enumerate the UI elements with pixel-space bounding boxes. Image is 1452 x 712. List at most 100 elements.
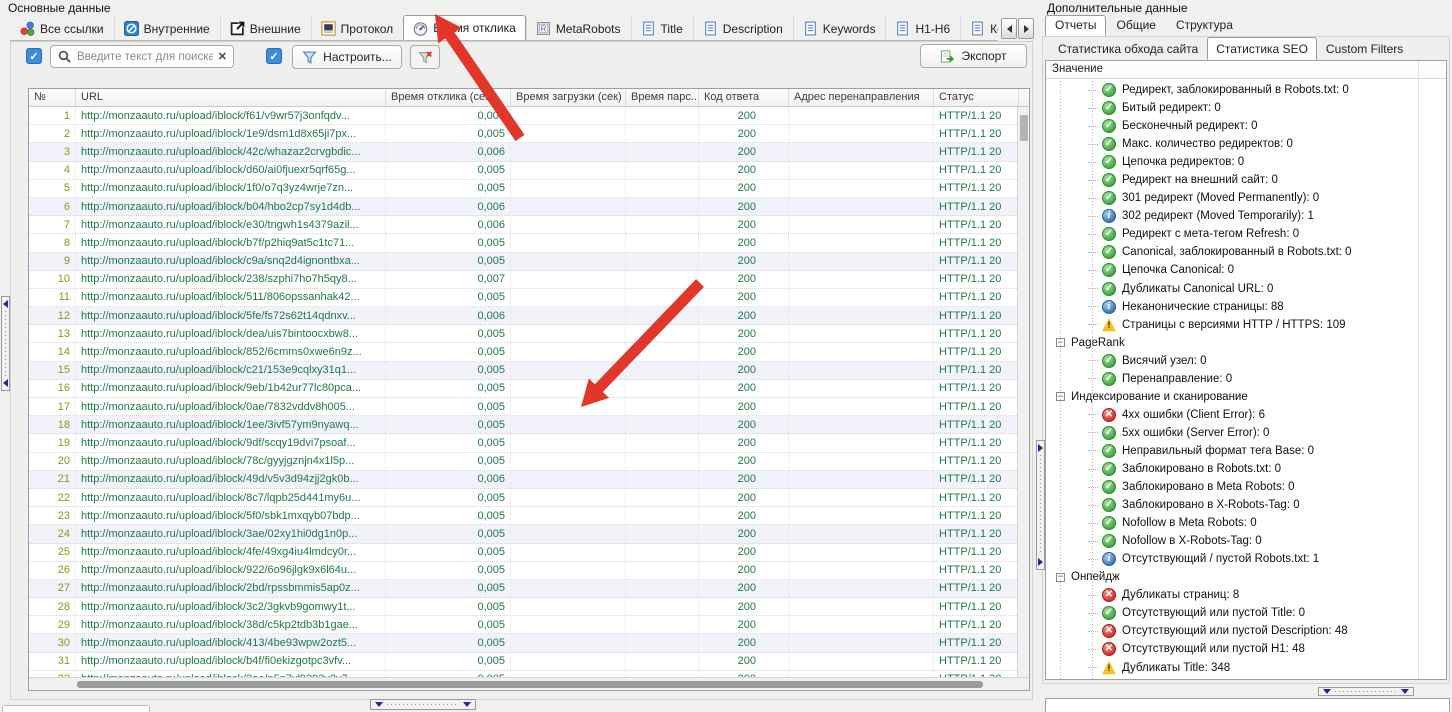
main-tab-контент[interactable]: Контент	[960, 16, 998, 40]
main-tab-description[interactable]: Description	[693, 16, 793, 40]
main-tab-title[interactable]: Title	[631, 16, 693, 40]
table-row[interactable]: 13 http://monzaauto.ru/upload/iblock/dea…	[29, 325, 1019, 343]
main-tab-время-отклика[interactable]: Время отклика	[403, 15, 526, 41]
table-row[interactable]: 16 http://monzaauto.ru/upload/iblock/9eb…	[29, 380, 1019, 398]
column-header[interactable]: Адрес перенаправления	[789, 89, 934, 106]
tab-scroll-right-button[interactable]	[1018, 18, 1034, 39]
tree-item[interactable]: ✓ Nofollow в X-Robots-Tag: 0	[1046, 532, 1446, 550]
tree-item[interactable]: ✓ Nofollow в Meta Robots: 0	[1046, 514, 1446, 532]
tree-item[interactable]: ✓ Редирект на внешний сайт: 0	[1046, 171, 1446, 189]
left-splitter-handle[interactable]	[1, 296, 10, 391]
tree-item[interactable]: ✓ Цепочка Canonical: 0	[1046, 261, 1446, 279]
table-row[interactable]: 4 http://monzaauto.ru/upload/iblock/d60/…	[29, 162, 1019, 180]
table-row[interactable]: 3 http://monzaauto.ru/upload/iblock/42c/…	[29, 143, 1019, 161]
main-tab-внешние[interactable]: Внешние	[220, 16, 311, 40]
table-row[interactable]: 20 http://monzaauto.ru/upload/iblock/78c…	[29, 453, 1019, 471]
table-row[interactable]: 15 http://monzaauto.ru/upload/iblock/c21…	[29, 362, 1019, 380]
table-row[interactable]: 2 http://monzaauto.ru/upload/iblock/1e9/…	[29, 125, 1019, 143]
table-row[interactable]: 22 http://monzaauto.ru/upload/iblock/8c7…	[29, 489, 1019, 507]
tree-item[interactable]: i 302 редирект (Moved Temporarily): 1	[1046, 207, 1446, 225]
main-tab-протокол[interactable]: Протокол	[311, 16, 404, 40]
tree-item[interactable]: ✓ Макс. количество редиректов: 0	[1046, 135, 1446, 153]
table-row[interactable]: 29 http://monzaauto.ru/upload/iblock/38d…	[29, 616, 1019, 634]
tree-group[interactable]: PageRank	[1046, 334, 1446, 352]
column-header[interactable]: №	[29, 89, 76, 106]
table-row[interactable]: 12 http://monzaauto.ru/upload/iblock/5fe…	[29, 307, 1019, 325]
tree-item[interactable]: Дубликаты Title: 348	[1046, 659, 1446, 677]
tree-item[interactable]: ✕ Отсутствующий или пустой H1: 48	[1046, 640, 1446, 658]
report-subtab-статистика-seo[interactable]: Статистика SEO	[1207, 37, 1317, 60]
table-row[interactable]: 24 http://monzaauto.ru/upload/iblock/3ae…	[29, 525, 1019, 543]
table-row[interactable]: 8 http://monzaauto.ru/upload/iblock/b7f/…	[29, 234, 1019, 252]
vscroll-thumb[interactable]	[1020, 115, 1028, 141]
table-row[interactable]: 5 http://monzaauto.ru/upload/iblock/1f0/…	[29, 180, 1019, 198]
report-subtab-статистика-обхода-сайта[interactable]: Статистика обхода сайта	[1049, 39, 1207, 60]
tree-item[interactable]: ✓ Заблокировано в Robots.txt: 0	[1046, 460, 1446, 478]
tree-item[interactable]: Страницы с версиями HTTP / HTTPS: 109	[1046, 316, 1446, 334]
tab-scroll-left-button[interactable]	[1001, 18, 1017, 39]
report-subtab-custom-filters[interactable]: Custom Filters	[1317, 39, 1412, 60]
tree-item[interactable]: ✕ Отсутствующий или пустой Description: …	[1046, 622, 1446, 640]
hscroll-thumb[interactable]	[77, 681, 983, 688]
table-row[interactable]: 17 http://monzaauto.ru/upload/iblock/0ae…	[29, 398, 1019, 416]
tree-item[interactable]: ✕ Дубликаты страниц: 8	[1046, 586, 1446, 604]
tree-item[interactable]: ✓ Перенаправление: 0	[1046, 370, 1446, 388]
tree-item[interactable]: ✓ 301 редирект (Moved Permanently): 0	[1046, 189, 1446, 207]
table-row[interactable]: 31 http://monzaauto.ru/upload/iblock/b4f…	[29, 653, 1019, 671]
table-row[interactable]: 11 http://monzaauto.ru/upload/iblock/511…	[29, 289, 1019, 307]
table-vertical-scrollbar[interactable]	[1017, 107, 1029, 678]
main-tab-все-ссылки[interactable]: Все ссылки	[10, 16, 114, 40]
table-row[interactable]: 14 http://monzaauto.ru/upload/iblock/852…	[29, 343, 1019, 361]
column-header[interactable]: Статус	[934, 89, 1019, 106]
table-row[interactable]: 19 http://monzaauto.ru/upload/iblock/9df…	[29, 434, 1019, 452]
tree-item[interactable]: ✓ Редирект, заблокированный в Robots.txt…	[1046, 81, 1446, 99]
bottom-splitter-handle[interactable]	[370, 699, 476, 710]
search-enabled-checkbox[interactable]: ✓	[26, 48, 42, 64]
tree-item[interactable]: ✓ Canonical, заблокированный в Robots.tx…	[1046, 243, 1446, 261]
table-row[interactable]: 9 http://monzaauto.ru/upload/iblock/c9a/…	[29, 253, 1019, 271]
clear-filter-button[interactable]	[410, 45, 440, 69]
table-row[interactable]: 1 http://monzaauto.ru/upload/iblock/f61/…	[29, 107, 1019, 125]
main-tab-h1-h6[interactable]: H1-H6	[885, 16, 960, 40]
configure-filter-button[interactable]: Настроить...	[292, 45, 402, 69]
table-row[interactable]: 23 http://monzaauto.ru/upload/iblock/5f0…	[29, 507, 1019, 525]
main-tab-metarobots[interactable]: R MetaRobots	[526, 16, 631, 40]
tree-item[interactable]: ✓ Дубликаты Canonical URL: 0	[1046, 280, 1446, 298]
tree-item[interactable]: ✓ Неправильный формат тега Base: 0	[1046, 442, 1446, 460]
tree-item[interactable]: ✓ 5xx ошибки (Server Error): 0	[1046, 424, 1446, 442]
table-row[interactable]: 26 http://monzaauto.ru/upload/iblock/922…	[29, 562, 1019, 580]
tree-item[interactable]: ✓ Заблокировано в Meta Robots: 0	[1046, 478, 1446, 496]
table-row[interactable]: 28 http://monzaauto.ru/upload/iblock/3c2…	[29, 598, 1019, 616]
right-tab-общие[interactable]: Общие	[1106, 15, 1165, 36]
tree-item[interactable]: ✓ Отсутствующий или пустой Title: 0	[1046, 604, 1446, 622]
filter-enabled-checkbox[interactable]: ✓	[266, 48, 282, 64]
right-bottom-splitter-handle[interactable]	[1318, 687, 1414, 696]
main-tab-keywords[interactable]: Keywords	[793, 16, 886, 40]
table-row[interactable]: 7 http://monzaauto.ru/upload/iblock/e30/…	[29, 216, 1019, 234]
tree-item[interactable]: ✕ 4xx ошибки (Client Error): 6	[1046, 406, 1446, 424]
column-header[interactable]: Время парс...	[626, 89, 699, 106]
tree-item[interactable]: ✓ Цепочка редиректов: 0	[1046, 153, 1446, 171]
center-splitter-handle[interactable]	[1036, 440, 1045, 570]
table-row[interactable]: 25 http://monzaauto.ru/upload/iblock/4fe…	[29, 544, 1019, 562]
column-header[interactable]: URL	[76, 89, 386, 106]
table-horizontal-scrollbar[interactable]	[29, 677, 1030, 690]
tree-item[interactable]: ✓ Заблокировано в X-Robots-Tag: 0	[1046, 496, 1446, 514]
search-input[interactable]: Введите текст для поиска... ✕	[50, 45, 234, 68]
tree-item[interactable]: i Отсутствующий / пустой Robots.txt: 1	[1046, 550, 1446, 568]
table-row[interactable]: 27 http://monzaauto.ru/upload/iblock/2bd…	[29, 580, 1019, 598]
search-clear-icon[interactable]: ✕	[218, 50, 227, 63]
right-tab-отчеты[interactable]: Отчеты	[1045, 15, 1106, 36]
column-header[interactable]: Время отклика (сек)	[386, 89, 511, 106]
table-row[interactable]: 18 http://monzaauto.ru/upload/iblock/1ee…	[29, 416, 1019, 434]
tree-item[interactable]: ✓ Редирект с мета-тегом Refresh: 0	[1046, 225, 1446, 243]
tree-item[interactable]	[1046, 677, 1446, 679]
main-tab-внутренние[interactable]: Внутренние	[114, 16, 220, 40]
table-row[interactable]: 6 http://monzaauto.ru/upload/iblock/b04/…	[29, 198, 1019, 216]
column-header[interactable]: Время загрузки (сек)	[511, 89, 626, 106]
tree-group[interactable]: Индексирование и сканирование	[1046, 388, 1446, 406]
table-row[interactable]: 30 http://monzaauto.ru/upload/iblock/413…	[29, 634, 1019, 652]
right-tab-структура[interactable]: Структура	[1166, 15, 1243, 36]
export-button[interactable]: Экспорт	[920, 44, 1027, 68]
tree-item[interactable]: ✓ Висячий узел: 0	[1046, 352, 1446, 370]
